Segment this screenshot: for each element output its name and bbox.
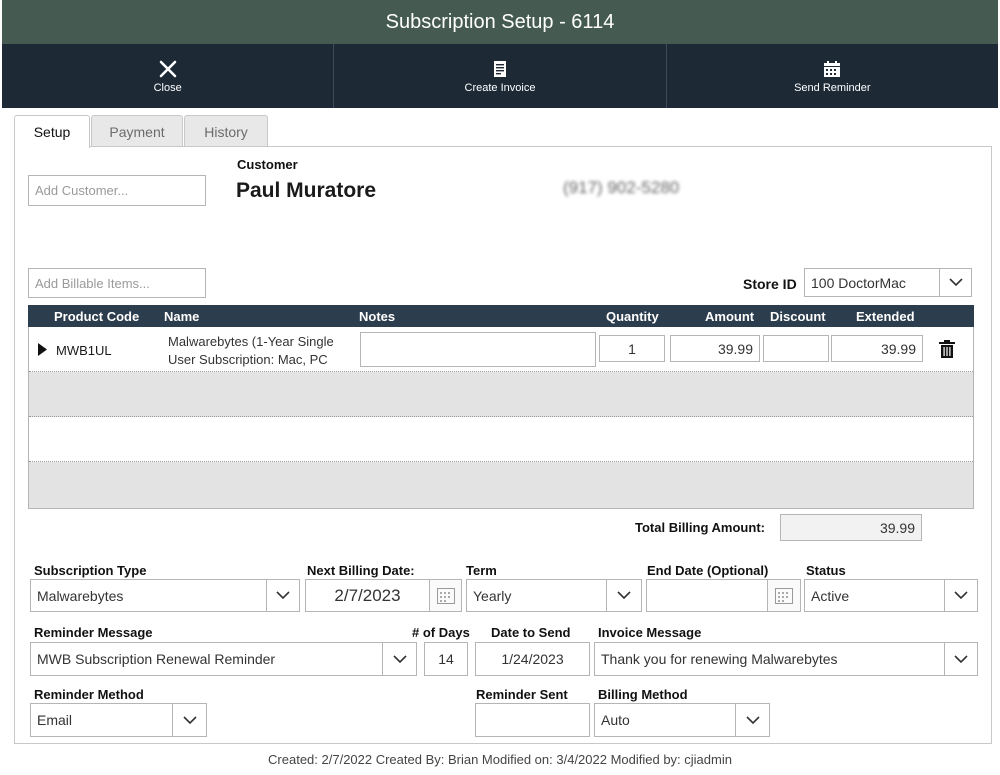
status-dropdown-button[interactable] [944,579,978,612]
toolbar: Close Create Invoice Send Reminder [2,44,998,108]
add-billable-items-input[interactable]: Add Billable Items... [28,268,206,298]
row-quantity-input[interactable]: 1 [599,335,665,362]
invoice-message-dropdown-button[interactable] [944,642,978,676]
subscription-type-label: Subscription Type [34,563,147,578]
billing-method-select[interactable]: Auto [594,703,736,737]
row-name-line1: Malwarebytes (1-Year Single [168,334,334,349]
num-days-label: # of Days [412,625,470,640]
date-to-send-label: Date to Send [491,625,571,640]
chevron-down-icon [948,278,963,287]
chevron-down-icon [392,654,407,663]
term-dropdown-button[interactable] [606,579,642,612]
reminder-message-select[interactable]: MWB Subscription Renewal Reminder [30,642,383,676]
total-billing-value: 39.99 [780,514,922,541]
store-id-label: Store ID [743,276,797,292]
total-billing-label: Total Billing Amount: [635,520,765,535]
row-expand-icon[interactable] [38,343,47,356]
close-label: Close [153,82,182,94]
calendar-icon [436,587,455,604]
add-customer-input[interactable]: Add Customer... [28,175,206,206]
row-amount-input[interactable]: 39.99 [670,335,760,362]
reminder-sent-label: Reminder Sent [476,687,568,702]
term-label: Term [466,563,497,578]
chevron-down-icon [617,591,631,600]
next-billing-date-picker[interactable] [429,579,462,612]
create-invoice-button[interactable]: Create Invoice [334,44,667,108]
col-extended: Extended [856,309,915,324]
tab-history[interactable]: History [184,115,268,147]
col-discount: Discount [770,309,826,324]
invoice-message-select[interactable]: Thank you for renewing Malwarebytes [594,642,945,676]
create-invoice-label: Create Invoice [464,82,536,94]
billing-method-dropdown-button[interactable] [735,703,770,737]
row-discount-input[interactable] [763,335,829,362]
term-select[interactable]: Yearly [466,579,607,612]
tab-setup[interactable]: Setup [14,115,90,148]
table-row-empty [29,462,973,508]
table-row[interactable]: MWB1UL Malwarebytes (1-Year Single User … [29,327,973,372]
end-date-label: End Date (Optional) [647,563,769,578]
reminder-method-dropdown-button[interactable] [172,703,207,737]
table-row-empty [29,372,973,417]
reminder-method-select[interactable]: Email [30,703,173,737]
col-name: Name [164,309,200,324]
store-id-dropdown-button[interactable] [939,268,972,297]
chevron-down-icon [745,715,760,724]
reminder-message-label: Reminder Message [34,625,153,640]
close-button[interactable]: Close [2,44,335,108]
calendar-icon [775,587,793,604]
col-notes: Notes [359,309,396,324]
row-extended-value: 39.99 [831,335,923,362]
calendar-icon [823,58,841,80]
reminder-sent-value [475,703,590,737]
items-table-header: Product Code Name Notes Quantity Amount … [28,305,974,327]
date-to-send-input[interactable]: 1/24/2023 [475,642,590,676]
subscription-type-dropdown-button[interactable] [266,579,300,612]
next-billing-date-input[interactable]: 2/7/2023 [305,579,430,612]
row-product-code: MWB1UL [56,343,112,358]
tab-payment[interactable]: Payment [91,115,183,147]
chevron-down-icon [954,591,968,600]
send-reminder-button[interactable]: Send Reminder [667,44,998,108]
invoice-icon [493,58,507,80]
end-date-input[interactable] [646,579,768,612]
store-id-select[interactable]: 100 DoctorMac [804,268,940,297]
invoice-message-label: Invoice Message [598,625,702,640]
next-billing-date-label: Next Billing Date: [307,563,415,578]
reminder-method-label: Reminder Method [34,687,144,702]
row-notes-input[interactable] [360,332,596,367]
status-select[interactable]: Active [804,579,945,612]
trash-icon[interactable] [939,340,955,358]
customer-phone: (917) 902-5280 [563,178,680,197]
end-date-picker[interactable] [767,579,801,612]
customer-name: Paul Muratore [236,179,377,202]
audit-footer: Created: 2/7/2022 Created By: Brian Modi… [268,752,732,767]
items-table-body: MWB1UL Malwarebytes (1-Year Single User … [28,327,974,509]
chevron-down-icon [954,654,968,663]
col-quantity: Quantity [606,309,659,324]
status-label: Status [806,563,846,578]
table-row-empty [29,417,973,462]
chevron-down-icon [182,715,197,724]
customer-label: Customer [237,157,298,172]
col-product-code: Product Code [54,309,140,324]
billing-method-label: Billing Method [598,687,688,702]
send-reminder-label: Send Reminder [794,82,871,94]
subscription-type-select[interactable]: Malwarebytes [30,579,267,612]
window-title: Subscription Setup - 6114 [2,0,998,44]
col-amount: Amount [705,309,755,324]
chevron-down-icon [276,591,290,600]
num-days-input[interactable]: 14 [424,642,468,676]
reminder-message-dropdown-button[interactable] [382,642,417,676]
close-icon [159,58,177,80]
row-name-line2: User Subscription: Mac, PC [168,352,328,367]
